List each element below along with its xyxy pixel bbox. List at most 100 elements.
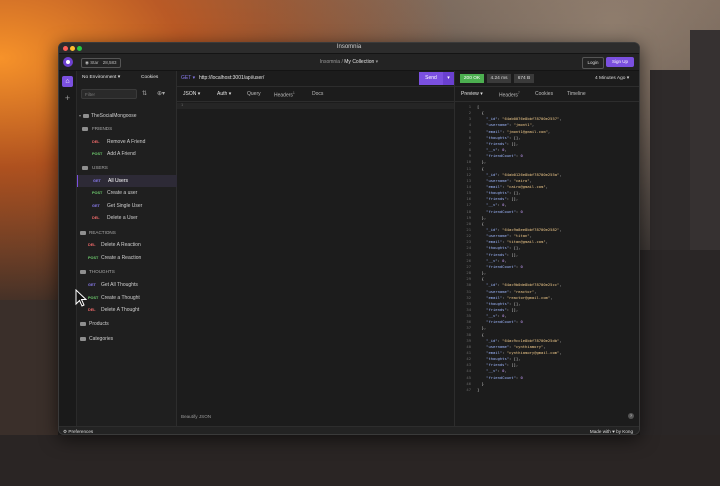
breadcrumb: Insomnia / My Collection ▾ — [59, 59, 639, 65]
folder-icon — [82, 166, 88, 170]
chevron-down-icon: ▾ — [117, 75, 121, 80]
request-item[interactable]: POST Create a user — [77, 187, 176, 199]
folder-reactions[interactable]: REACTIONS — [77, 227, 176, 239]
help-icon[interactable]: ? — [628, 413, 634, 419]
folder-name: Products — [89, 321, 109, 327]
code-line: 47] — [466, 386, 480, 392]
send-button[interactable]: Send — [419, 72, 443, 85]
home-icon[interactable]: ⌂ — [62, 76, 73, 87]
folder-icon — [80, 337, 86, 341]
top-bar: ◉ Star 28,583 Insomnia / My Collection ▾… — [59, 54, 639, 71]
request-item[interactable]: GET Get Single User — [77, 200, 176, 212]
request-name: Create a Reaction — [101, 255, 142, 261]
folder-products[interactable]: Products — [77, 318, 176, 330]
request-item[interactable]: POST Create a Thought — [77, 292, 176, 304]
breadcrumb-project[interactable]: Insomnia — [320, 59, 340, 65]
folder-icon — [82, 127, 88, 131]
request-item[interactable]: POST Add A Friend — [77, 148, 176, 160]
collection-name: TheSocialMongoose — [91, 113, 137, 119]
add-menu-icon[interactable]: ⊕▾ — [157, 90, 165, 97]
folder-users[interactable]: USERS — [77, 162, 176, 174]
url-bar: GET ▾ http://localhost:3001/api/user/ Se… — [177, 71, 454, 87]
method-badge: POST — [88, 296, 99, 300]
breadcrumb-collection[interactable]: My Collection — [344, 59, 374, 65]
chevron-down-icon: ▾ — [192, 75, 196, 81]
tab-label: Headers — [274, 92, 293, 99]
method-badge: POST — [92, 152, 103, 156]
folder-name: REACTIONS — [89, 230, 116, 235]
folder-name: USERS — [92, 165, 108, 170]
collection-folder[interactable]: ▾ TheSocialMongoose — [77, 110, 176, 122]
response-status-bar: 200 OK 4.24 ms 674 B 4 Minutes Ago ▾ — [455, 71, 639, 87]
folder-icon — [80, 322, 86, 326]
folder-icon — [80, 270, 86, 274]
tab-response-cookies[interactable]: Cookies — [535, 91, 553, 97]
chevron-down-icon: ▾ — [480, 91, 483, 97]
preferences-label: Preferences — [68, 429, 94, 434]
request-item[interactable]: DEL Remove A Friend — [77, 136, 176, 148]
request-name: Create a Thought — [101, 295, 140, 301]
method-badge: DEL — [88, 243, 96, 247]
request-item[interactable]: GET Get All Thoughts — [77, 279, 176, 291]
time-badge: 4.24 ms — [487, 74, 511, 83]
request-item[interactable]: DEL Delete A Reaction — [77, 239, 176, 251]
sort-icon[interactable]: ⇅ — [142, 90, 147, 97]
breadcrumb-separator: / — [341, 59, 343, 65]
beautify-json-button[interactable]: Beautify JSON — [181, 414, 211, 419]
filter-input[interactable]: Filter — [81, 89, 137, 99]
tab-label: Headers — [499, 92, 518, 99]
window-title: Insomnia — [336, 44, 362, 50]
folder-name: THOUGHTS — [89, 269, 115, 274]
login-button[interactable]: Login — [582, 57, 604, 69]
response-history-selector[interactable]: 4 Minutes Ago ▾ — [595, 76, 629, 81]
preferences-button[interactable]: ⚙ Preferences — [63, 429, 94, 434]
method-badge: GET — [92, 204, 100, 208]
tab-query[interactable]: Query — [247, 91, 261, 97]
add-icon[interactable]: + — [62, 93, 73, 104]
gear-icon: ⚙ — [63, 429, 68, 434]
request-name: Remove A Friend — [107, 139, 146, 145]
request-name: Delete a User — [107, 215, 138, 221]
tab-response-headers[interactable]: Headers7 — [499, 91, 520, 99]
tab-timeline[interactable]: Timeline — [567, 91, 586, 97]
send-options-chevron-icon[interactable]: ▾ — [443, 72, 454, 85]
tab-docs[interactable]: Docs — [312, 91, 323, 97]
tab-headers[interactable]: Headers1 — [274, 91, 295, 99]
method-badge: POST — [92, 191, 103, 195]
request-item-selected[interactable]: GET All Users — [77, 175, 177, 187]
folder-categories[interactable]: Categories — [77, 333, 176, 345]
headers-count: 1 — [292, 91, 295, 95]
chevron-down-icon: ▾ — [197, 91, 201, 97]
folder-thoughts[interactable]: THOUGHTS — [77, 266, 176, 278]
environment-selector[interactable]: No Environment ▾ — [82, 75, 120, 80]
request-item[interactable]: DEL Delete a User — [77, 212, 176, 224]
chevron-down-icon[interactable]: ▾ — [376, 59, 379, 65]
request-name: Create a user — [107, 190, 138, 196]
response-pane: 200 OK 4.24 ms 674 B 4 Minutes Ago ▾ Pre… — [455, 71, 639, 426]
cookies-button[interactable]: Cookies — [141, 75, 158, 80]
url-input[interactable]: http://localhost:3001/api/user/ — [199, 75, 264, 81]
method-badge: DEL — [92, 216, 100, 220]
response-tabs: Preview ▾ Headers7 Cookies Timeline — [455, 87, 639, 102]
signup-button[interactable]: Sign Up — [606, 57, 634, 67]
request-item[interactable]: DEL Delete A Thought — [77, 304, 176, 316]
folder-friends[interactable]: FRIENDS — [77, 123, 176, 135]
size-badge: 674 B — [514, 74, 534, 83]
line-number: 1 — [181, 102, 184, 107]
tab-preview[interactable]: Preview ▾ — [461, 91, 483, 97]
request-name: Get Single User — [107, 203, 143, 209]
tab-json[interactable]: JSON ▾ — [183, 91, 200, 97]
request-name: Delete A Thought — [101, 307, 140, 313]
folder-icon — [83, 114, 89, 118]
method-badge: GET — [88, 283, 96, 287]
request-item[interactable]: POST Create a Reaction — [77, 252, 176, 264]
folder-name: Categories — [89, 336, 114, 342]
editor-active-line[interactable] — [177, 103, 454, 109]
request-name: Get All Thoughts — [101, 282, 138, 288]
sidebar: No Environment ▾ Cookies Filter ⇅ ⊕▾ ▾ T… — [77, 71, 177, 426]
method-badge: DEL — [88, 308, 96, 312]
method-label: GET — [181, 75, 192, 81]
response-headers-count: 7 — [517, 91, 520, 95]
tab-auth[interactable]: Auth ▾ — [217, 91, 231, 97]
method-selector[interactable]: GET ▾ — [181, 75, 195, 81]
